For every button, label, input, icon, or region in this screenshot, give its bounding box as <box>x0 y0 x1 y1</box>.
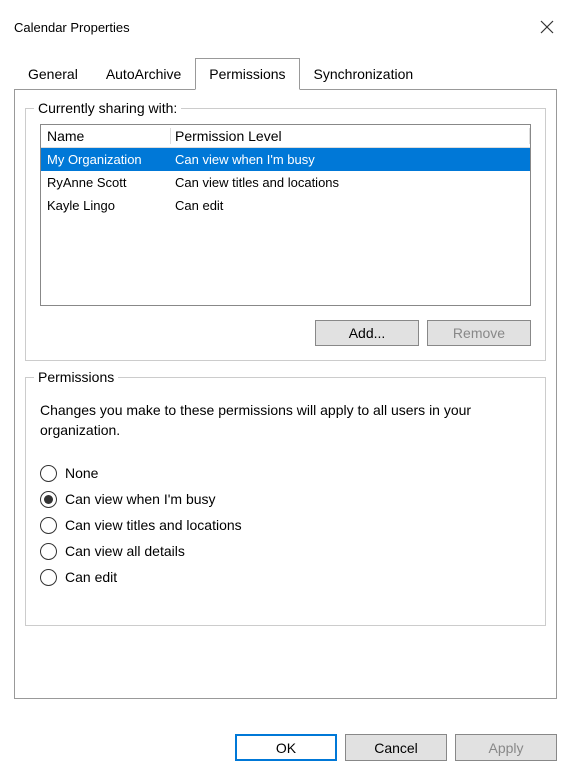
tab-synchronization[interactable]: Synchronization <box>300 58 428 90</box>
radio-busy[interactable]: Can view when I'm busy <box>40 491 531 508</box>
radio-icon <box>40 465 57 482</box>
list-row[interactable]: Kayle Lingo Can edit <box>41 194 530 217</box>
radio-icon <box>40 491 57 508</box>
tab-permissions[interactable]: Permissions <box>195 58 299 90</box>
tab-body: Currently sharing with: Name Permission … <box>14 89 557 699</box>
permissions-group-label: Permissions <box>34 369 118 385</box>
radio-icon <box>40 543 57 560</box>
sharing-list[interactable]: Name Permission Level My Organization Ca… <box>40 124 531 306</box>
radio-label: Can view titles and locations <box>65 517 242 533</box>
tab-autoarchive[interactable]: AutoArchive <box>92 58 195 90</box>
ok-button[interactable]: OK <box>235 734 337 761</box>
col-header-permission[interactable]: Permission Level <box>171 128 530 144</box>
tabs: General AutoArchive Permissions Synchron… <box>14 58 557 90</box>
list-cell-permission: Can edit <box>171 198 530 213</box>
radio-titles[interactable]: Can view titles and locations <box>40 517 531 534</box>
add-button[interactable]: Add... <box>315 320 419 346</box>
sharing-group-label: Currently sharing with: <box>34 100 181 116</box>
apply-button[interactable]: Apply <box>455 734 557 761</box>
list-row[interactable]: RyAnne Scott Can view titles and locatio… <box>41 171 530 194</box>
radio-label: None <box>65 465 98 481</box>
radio-none[interactable]: None <box>40 465 531 482</box>
sharing-buttons: Add... Remove <box>40 320 531 346</box>
titlebar: Calendar Properties <box>0 0 571 44</box>
permissions-description: Changes you make to these permissions wi… <box>40 400 531 441</box>
radio-edit[interactable]: Can edit <box>40 569 531 586</box>
radio-label: Can view when I'm busy <box>65 491 216 507</box>
radio-label: Can view all details <box>65 543 185 559</box>
dialog-buttons: OK Cancel Apply <box>235 734 557 761</box>
radio-icon <box>40 517 57 534</box>
list-cell-name: My Organization <box>47 152 171 167</box>
permissions-group: Permissions Changes you make to these pe… <box>25 377 546 626</box>
remove-button[interactable]: Remove <box>427 320 531 346</box>
col-header-name[interactable]: Name <box>47 128 171 144</box>
list-row[interactable]: My Organization Can view when I'm busy <box>41 148 530 171</box>
list-cell-name: Kayle Lingo <box>47 198 171 213</box>
close-icon[interactable] <box>537 17 557 37</box>
radio-icon <box>40 569 57 586</box>
radio-details[interactable]: Can view all details <box>40 543 531 560</box>
radio-label: Can edit <box>65 569 117 585</box>
list-cell-permission: Can view when I'm busy <box>171 152 530 167</box>
list-header: Name Permission Level <box>41 125 530 148</box>
tab-general[interactable]: General <box>14 58 92 90</box>
list-cell-name: RyAnne Scott <box>47 175 171 190</box>
cancel-button[interactable]: Cancel <box>345 734 447 761</box>
dialog-title: Calendar Properties <box>14 20 130 35</box>
list-cell-permission: Can view titles and locations <box>171 175 530 190</box>
sharing-group: Currently sharing with: Name Permission … <box>25 108 546 361</box>
